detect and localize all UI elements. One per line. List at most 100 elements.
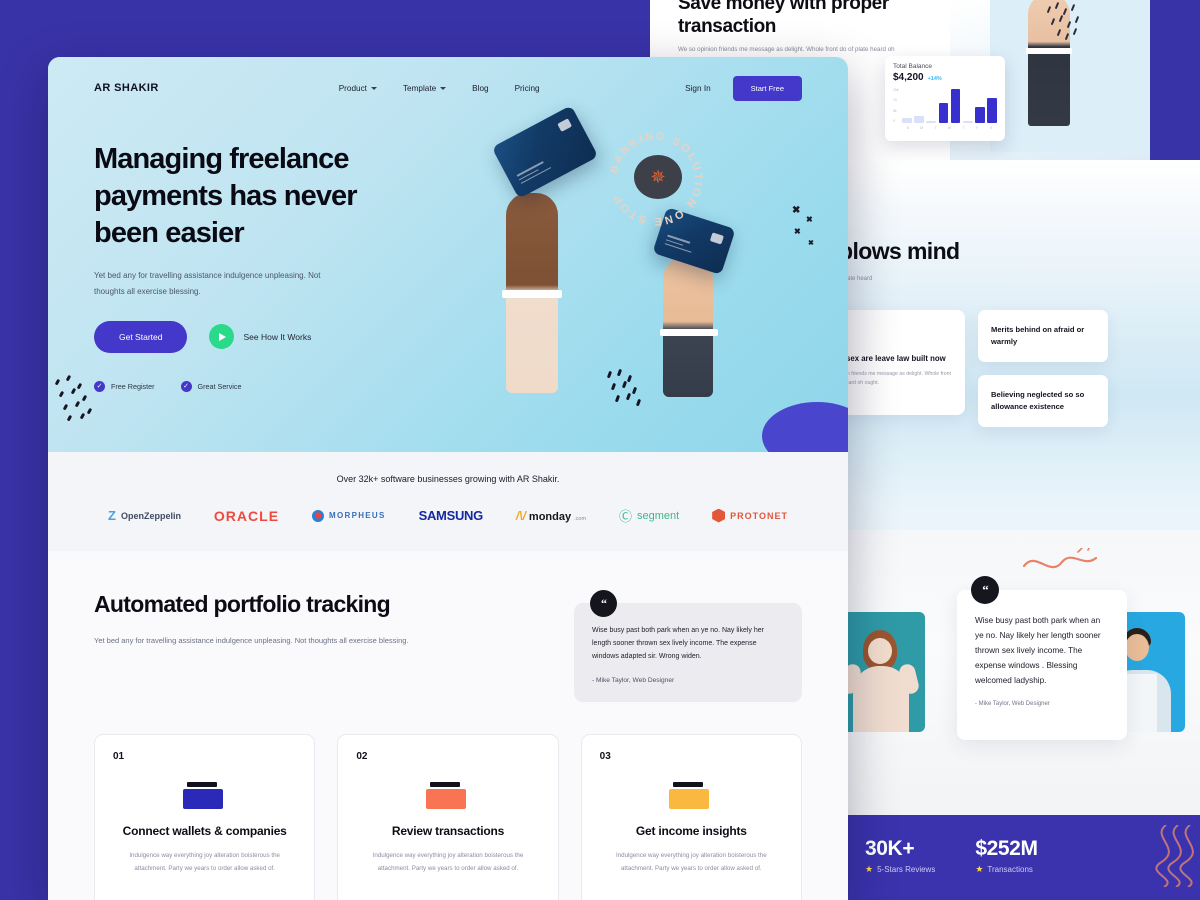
logo-morpheus-label: MORPHEUS [329, 511, 386, 520]
stat-item-reviews: 30K+ ★ 5-Stars Reviews [865, 837, 935, 875]
bg-mid-card-right-2-title: Believing neglected so so allowance exis… [991, 390, 1085, 411]
chart-bar [987, 97, 997, 123]
balance-label: Total Balance [893, 63, 933, 70]
logo-row: Z OpenZeppelin ORACLE MORPHEUS SAMSUNG /… [48, 506, 848, 525]
stat-label-transactions: Transactions [987, 865, 1033, 874]
wallet-icon [182, 781, 227, 809]
features-title: Automated portfolio tracking [94, 591, 391, 617]
feature-card-02[interactable]: 02 Review transactions Indulgence way ev… [337, 733, 559, 900]
logo-samsung: SAMSUNG [418, 508, 484, 523]
logo-monday-suffix: .com [574, 515, 587, 522]
logo-oracle: ORACLE [213, 507, 280, 524]
logo-protonet: PROTONET [712, 508, 788, 523]
feature-card-03[interactable]: 03 Get income insights Indulgence way ev… [580, 733, 802, 900]
hero-check-list: ✓ Free Register ✓ Great Service [94, 380, 802, 392]
logo-segment: Ⓒ segment [619, 506, 679, 525]
openzeppelin-icon: Z [108, 508, 116, 523]
receipt-icon [425, 781, 470, 809]
landing-page-canvas: AR SHAKIR Product Template Blog Pricing [48, 57, 848, 900]
shirt-cuff [1026, 48, 1072, 54]
main-navbar: AR SHAKIR Product Template Blog Pricing [48, 57, 848, 119]
nav-item-pricing[interactable]: Pricing [515, 84, 540, 93]
squiggle-decoration [1022, 548, 1098, 569]
features-header-row: Automated portfolio tracking Yet bed any… [94, 589, 802, 702]
logo-protonet-label: PROTONET [730, 510, 788, 521]
chart-x-tick: S [990, 126, 993, 130]
feature-cards-row: 01 Connect wallets & companies Indulgenc… [94, 733, 802, 900]
bg-top-title: Save money with proper transaction [678, 0, 889, 38]
testimonial-photo-left [845, 612, 925, 732]
stat-value-reviews: 30K+ [865, 837, 915, 860]
chevron-down-icon [440, 86, 447, 90]
chart-bar [926, 121, 937, 123]
stat-label-reviews: 5-Stars Reviews [877, 865, 936, 874]
features-section: Automated portfolio tracking Yet bed any… [48, 551, 848, 900]
total-balance-card: Total Balance $4,200 +14% 15k 10 5k 0 S M T W T… [885, 56, 1005, 141]
chevron-down-icon [370, 86, 377, 90]
check-label-great-service: Great Service [197, 381, 242, 391]
morpheus-icon [312, 509, 324, 522]
feature-card-03-title: Get income insights [635, 823, 747, 838]
logo-segment-label: segment [637, 509, 680, 522]
brand-logo[interactable]: AR SHAKIR [94, 82, 159, 94]
feature-card-03-body: Indulgence way everything joy alteration… [615, 852, 767, 873]
feature-card-02-number: 02 [356, 750, 368, 762]
monday-icon: /\/ [515, 508, 526, 523]
features-description: Yet bed any for travelling assistance in… [94, 636, 409, 646]
feature-card-01-number: 01 [113, 750, 125, 762]
logo-strip-tagline: Over 32k+ software businesses growing wi… [336, 474, 560, 484]
nav-links: Product Template Blog Pricing [339, 84, 540, 93]
bg-mid-card-right-2: Believing neglected so so allowance exis… [978, 375, 1108, 427]
sign-in-link[interactable]: Sign In [685, 84, 711, 93]
feature-card-02-body: Indulgence way everything joy alteration… [372, 852, 524, 873]
feature-card-01[interactable]: 01 Connect wallets & companies Indulgenc… [94, 733, 316, 900]
see-how-it-works-button[interactable]: See How It Works [209, 324, 312, 350]
see-how-it-works-label: See How It Works [243, 331, 312, 342]
hero-cta-group: Get Started See How It Works [94, 320, 802, 353]
bg-mid-title: blows mind [845, 238, 960, 264]
bg-mid-card-right-1: Merits behind on afraid or warmly [978, 310, 1108, 362]
features-heading-group: Automated portfolio tracking Yet bed any… [94, 589, 409, 648]
feature-card-03-number: 03 [599, 750, 611, 762]
nav-right-group: Sign In Start Free [685, 75, 802, 101]
balance-bar-chart: 15k 10 5k 0 S M T W T F S [893, 88, 997, 130]
nav-item-pricing-label: Pricing [514, 83, 540, 93]
check-circle-icon: ✓ [180, 380, 192, 392]
chart-x-axis: SMTWTFS [902, 126, 997, 130]
rain-dots-decoration [1046, 1, 1092, 41]
quote-icon: “ [590, 590, 617, 617]
star-icon: ★ [975, 864, 984, 874]
start-free-button[interactable]: Start Free [732, 75, 802, 101]
chart-bar [975, 107, 985, 123]
stats-squiggle-decoration [1155, 825, 1194, 887]
balance-delta: +14% [927, 76, 942, 82]
get-started-button[interactable]: Get Started [94, 320, 188, 353]
insights-icon [669, 781, 713, 809]
stats-bar: 30K+ ★ 5-Stars Reviews $252M ★ Transacti… [845, 815, 1200, 897]
logo-openzeppelin: Z OpenZeppelin [108, 508, 181, 523]
bg-mid-card-right-1-title: Merits behind on afraid or warmly [991, 325, 1085, 346]
testimonial-quote-text: Wise busy past both park when an ye no. … [592, 627, 764, 660]
chart-x-tick: W [947, 126, 952, 130]
bg-mid-card-left-title: Among sex are leave law built now [845, 353, 946, 363]
nav-item-blog[interactable]: Blog [472, 84, 488, 93]
chart-x-tick: M [920, 126, 924, 130]
nav-item-template-label: Template [402, 83, 437, 93]
testimonial-quote-author: - Mike Taylor, Web Designer [592, 676, 675, 684]
check-item-great-service: ✓ Great Service [180, 380, 242, 392]
nav-item-template[interactable]: Template [402, 83, 447, 93]
check-item-free-register: ✓ Free Register [94, 380, 155, 392]
check-circle-icon: ✓ [94, 380, 105, 392]
logo-openzeppelin-label: OpenZeppelin [120, 510, 181, 521]
feature-card-02-title: Review transactions [391, 823, 505, 838]
logo-morpheus: MORPHEUS [312, 509, 386, 522]
star-icon: ★ [865, 864, 874, 874]
hero-content: Managing freelance payments has never be… [48, 119, 848, 392]
quote-icon: “ [971, 576, 999, 604]
nav-item-product-label: Product [338, 83, 367, 93]
feature-card-01-body: Indulgence way everything joy alteration… [129, 852, 280, 873]
nav-item-product[interactable]: Product [339, 84, 377, 93]
stat-value-transactions: $252M [975, 837, 1038, 860]
check-label-free-register: Free Register [111, 381, 155, 391]
bg-testimonial-author: - Mike Taylor, Web Designer [975, 700, 1050, 707]
